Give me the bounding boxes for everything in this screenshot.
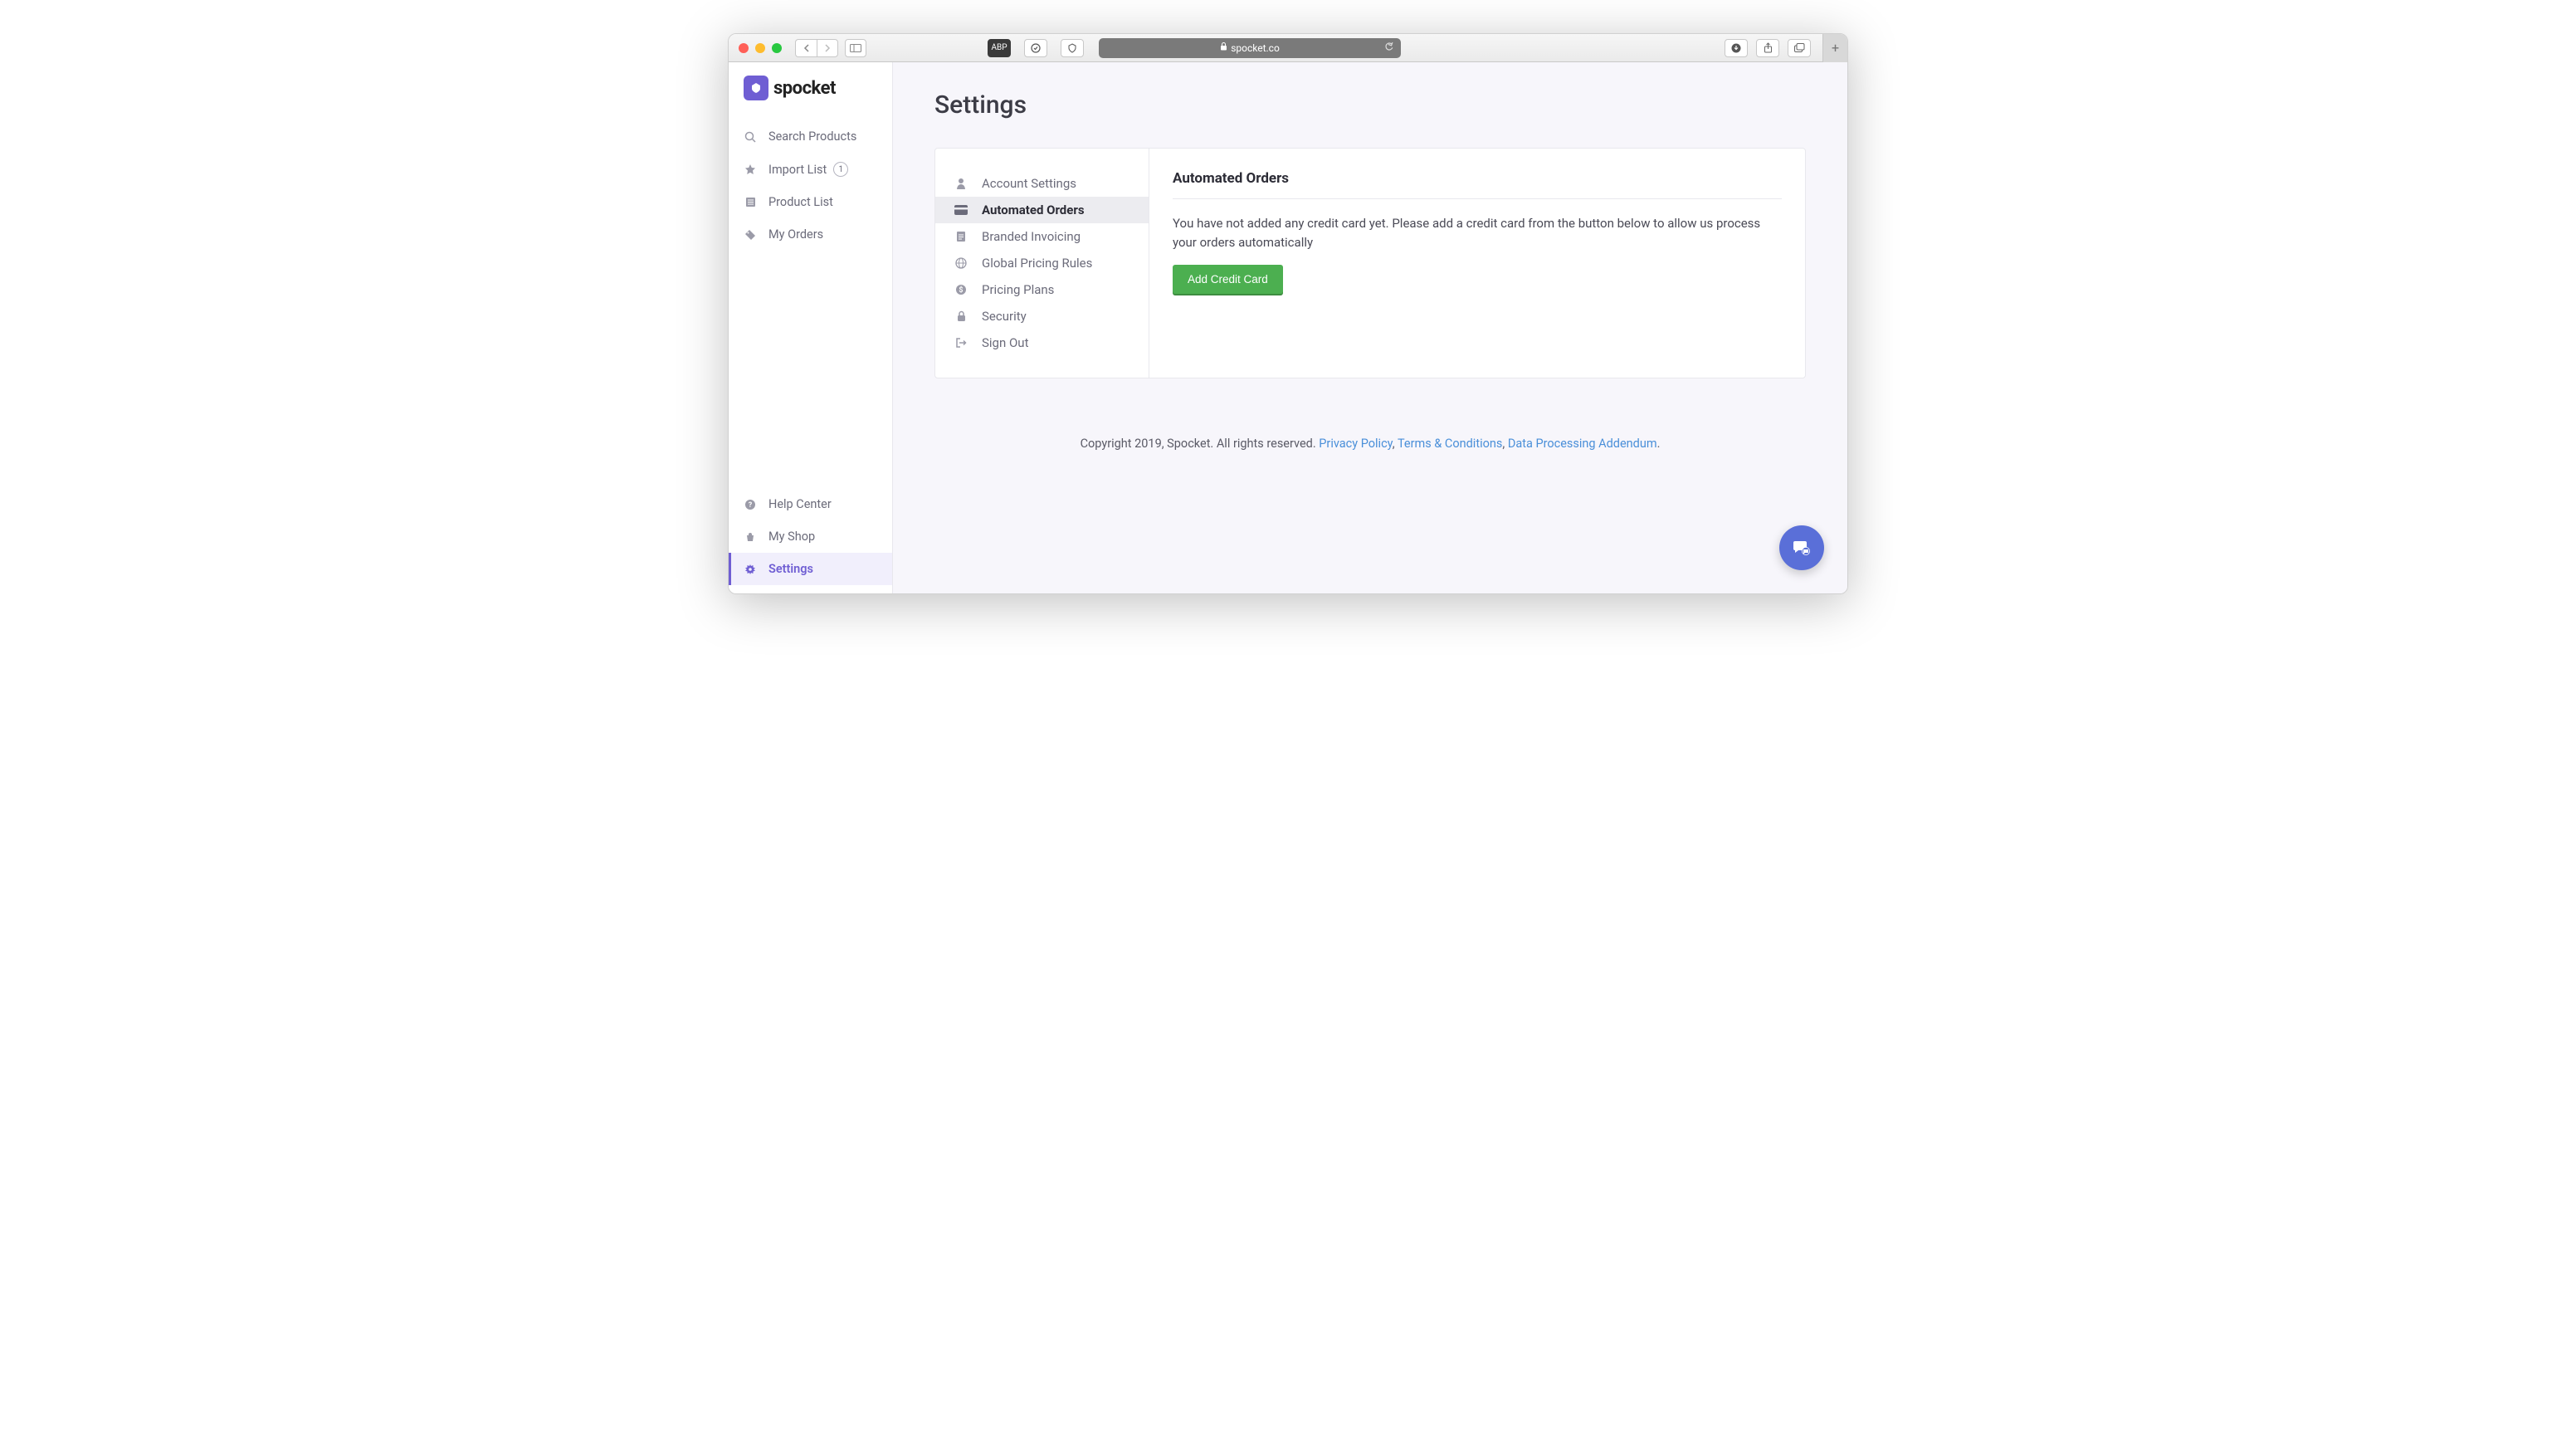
settings-tab-label: Account Settings	[982, 176, 1076, 191]
tabs-button[interactable]	[1788, 39, 1811, 57]
logo-text: spocket	[773, 78, 836, 99]
settings-tab-sign-out[interactable]: Sign Out	[935, 330, 1149, 356]
gear-icon	[744, 564, 757, 575]
main-content: Settings Account Settings Automated Orde…	[893, 62, 1847, 593]
sidebar-toggle-button[interactable]	[845, 39, 866, 57]
address-bar[interactable]: spocket.co	[1099, 38, 1401, 58]
dpa-link[interactable]: Data Processing Addendum	[1508, 437, 1657, 451]
settings-tab-account-settings[interactable]: Account Settings	[935, 170, 1149, 197]
svg-text:?: ?	[749, 501, 753, 510]
reload-icon[interactable]	[1384, 41, 1394, 54]
section-heading: Automated Orders	[1173, 170, 1782, 199]
footer-end: .	[1657, 437, 1661, 451]
globe-icon	[954, 257, 968, 269]
sidebar-item-label: Help Center	[768, 497, 832, 511]
sidebar-item-settings[interactable]: Settings	[729, 553, 892, 585]
svg-text:$: $	[959, 286, 963, 295]
sidebar-item-my-orders[interactable]: My Orders	[729, 218, 892, 251]
maximize-window-button[interactable]	[772, 43, 782, 53]
extension-button-1[interactable]	[1024, 39, 1047, 57]
sidebar-item-label: My Orders	[768, 227, 823, 242]
list-icon	[744, 197, 757, 207]
browser-titlebar: ABP spocket.co +	[729, 34, 1847, 62]
settings-tab-branded-invoicing[interactable]: Branded Invoicing	[935, 223, 1149, 250]
settings-tab-automated-orders[interactable]: Automated Orders	[935, 197, 1149, 223]
shop-icon	[744, 531, 757, 543]
privacy-policy-link[interactable]: Privacy Policy	[1319, 437, 1393, 451]
app-sidebar: spocket Search Products Import List 1	[729, 62, 893, 593]
dollar-icon: $	[954, 284, 968, 295]
settings-tab-label: Pricing Plans	[982, 282, 1054, 297]
settings-tab-security[interactable]: Security	[935, 303, 1149, 330]
logo[interactable]: spocket	[729, 62, 892, 120]
footer-copyright: Copyright 2019, Spocket. All rights rese…	[1081, 437, 1320, 451]
sidebar-item-label: Product List	[768, 195, 833, 209]
person-icon	[954, 178, 968, 189]
url-text: spocket.co	[1231, 42, 1280, 54]
logo-mark-icon	[744, 76, 768, 100]
sidebar-item-help-center[interactable]: ? Help Center	[729, 488, 892, 520]
abp-extension-button[interactable]: ABP	[988, 39, 1011, 57]
settings-tab-global-pricing-rules[interactable]: Global Pricing Rules	[935, 250, 1149, 276]
page-title: Settings	[934, 90, 1806, 120]
new-tab-button[interactable]: +	[1822, 34, 1847, 62]
sidebar-item-product-list[interactable]: Product List	[729, 186, 892, 218]
settings-content: Automated Orders You have not added any …	[1149, 149, 1805, 378]
sidebar-item-label: Settings	[768, 562, 813, 576]
search-icon	[744, 131, 757, 143]
chat-icon	[1792, 538, 1812, 558]
back-button[interactable]	[795, 39, 817, 57]
settings-panel: Account Settings Automated Orders Brande…	[934, 148, 1806, 378]
minimize-window-button[interactable]	[755, 43, 765, 53]
secondary-nav: ? Help Center My Shop Settings	[729, 488, 892, 593]
sidebar-item-my-shop[interactable]: My Shop	[729, 520, 892, 553]
settings-tab-pricing-plans[interactable]: $ Pricing Plans	[935, 276, 1149, 303]
share-button[interactable]	[1756, 39, 1779, 57]
forward-button[interactable]	[817, 39, 838, 57]
downloads-button[interactable]	[1725, 39, 1748, 57]
card-icon	[954, 205, 968, 215]
sidebar-item-label: My Shop	[768, 530, 815, 544]
settings-tab-label: Branded Invoicing	[982, 229, 1081, 244]
settings-tab-label: Security	[982, 309, 1027, 324]
clipboard-icon	[954, 231, 968, 242]
window-controls	[739, 43, 782, 53]
primary-nav: Search Products Import List 1 Product Li…	[729, 120, 892, 251]
sidebar-item-label: Search Products	[768, 129, 856, 144]
lock-icon	[1220, 42, 1227, 53]
import-list-badge: 1	[833, 162, 848, 177]
close-window-button[interactable]	[739, 43, 749, 53]
chat-button[interactable]	[1779, 525, 1824, 570]
extension-button-2[interactable]	[1061, 39, 1084, 57]
section-body: You have not added any credit card yet. …	[1173, 214, 1782, 251]
sidebar-item-import-list[interactable]: Import List 1	[729, 153, 892, 186]
settings-tab-label: Sign Out	[982, 335, 1028, 350]
star-icon	[744, 164, 757, 175]
tag-icon	[744, 229, 757, 241]
settings-tab-label: Global Pricing Rules	[982, 256, 1092, 271]
sidebar-item-search-products[interactable]: Search Products	[729, 120, 892, 153]
lock-icon	[954, 310, 968, 322]
browser-window: ABP spocket.co +	[728, 33, 1848, 594]
terms-link[interactable]: Terms & Conditions	[1398, 437, 1502, 451]
sidebar-item-label: Import List	[768, 163, 827, 177]
settings-tab-label: Automated Orders	[982, 203, 1085, 217]
signout-icon	[954, 338, 968, 348]
footer: Copyright 2019, Spocket. All rights rese…	[934, 437, 1806, 451]
add-credit-card-button[interactable]: Add Credit Card	[1173, 265, 1283, 294]
settings-nav: Account Settings Automated Orders Brande…	[935, 149, 1149, 378]
help-icon: ?	[744, 499, 757, 510]
